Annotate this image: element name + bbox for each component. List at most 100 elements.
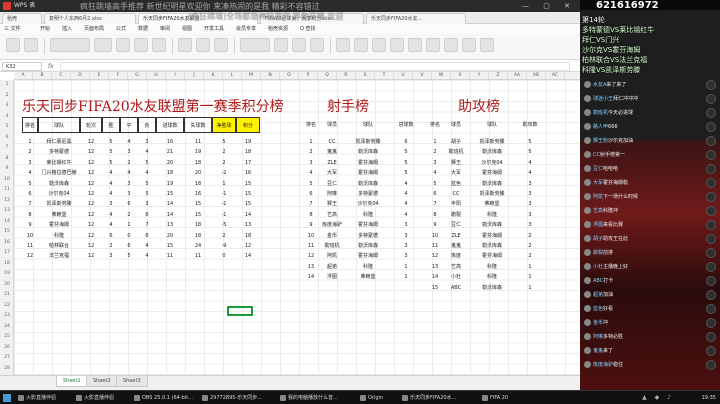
scorers-cell[interactable]: 9 xyxy=(302,220,320,230)
scorers-cell[interactable]: 大军 xyxy=(320,168,344,178)
assists-cell[interactable]: ABC xyxy=(444,283,468,293)
assists-cell[interactable]: 3 xyxy=(516,199,544,209)
standings-cell[interactable]: 12 xyxy=(80,168,102,178)
scorers-cell[interactable]: 1 xyxy=(392,272,420,282)
chat-username[interactable]: 浮图 xyxy=(593,222,603,228)
chat-username[interactable]: 水友A xyxy=(593,82,606,88)
standings-cell[interactable]: 4 xyxy=(102,168,120,178)
standings-cell[interactable]: 7 xyxy=(22,199,38,209)
menu-page-layout[interactable]: 页面布局 xyxy=(84,25,104,34)
assists-cell[interactable]: 凯泽斯劳滕 xyxy=(468,189,516,199)
column-header[interactable]: A xyxy=(14,72,33,80)
column-header[interactable]: F xyxy=(109,72,128,80)
standings-cell[interactable]: 门兴格拉德巴赫 xyxy=(38,168,80,178)
number-format-select[interactable] xyxy=(240,38,270,52)
column-header[interactable]: AA xyxy=(508,72,527,80)
chat-message[interactable]: 阿凯下一场什么时候 xyxy=(584,192,716,203)
standings-cell[interactable]: 13 xyxy=(156,220,184,230)
standings-cell[interactable]: 18 xyxy=(236,147,260,157)
standings-cell[interactable]: 2 xyxy=(102,241,120,251)
standings-cell[interactable]: 9 xyxy=(22,220,38,230)
assists-cell[interactable]: 小杜 xyxy=(444,272,468,282)
column-header[interactable]: I xyxy=(166,72,185,80)
assists-cell[interactable]: 霍芬海姆 xyxy=(468,231,516,241)
scorers-cell[interactable]: 多特蒙德 xyxy=(344,189,392,199)
scorers-cell[interactable]: 3 xyxy=(302,158,320,168)
scorers-cell[interactable]: 5 xyxy=(392,158,420,168)
standings-cell[interactable]: 1 xyxy=(22,137,38,147)
row-header[interactable]: 8 xyxy=(0,154,14,165)
chat-message[interactable]: 超弟加油 xyxy=(584,290,716,301)
doc-tab[interactable]: 稻壳 xyxy=(2,13,42,24)
column-header[interactable]: AB xyxy=(527,72,546,80)
scorers-cell[interactable]: CC xyxy=(320,137,344,147)
avatar[interactable] xyxy=(584,207,591,214)
standings-cell[interactable]: 5 xyxy=(102,147,120,157)
sum-icon[interactable] xyxy=(336,38,350,52)
assists-cell[interactable]: 6 xyxy=(426,189,444,199)
standings-cell[interactable]: 4 xyxy=(138,147,156,157)
standings-cell[interactable]: 2 xyxy=(22,147,38,157)
chat-username[interactable]: 炼度海驴 xyxy=(593,362,613,368)
merge-cells-icon[interactable] xyxy=(214,38,228,52)
column-header[interactable]: N xyxy=(261,72,280,80)
standings-cell[interactable]: -2 xyxy=(212,168,236,178)
standings-cell[interactable]: 2 xyxy=(212,231,236,241)
scorers-cell[interactable]: 13 xyxy=(302,262,320,272)
row-header[interactable]: 27 xyxy=(0,353,14,364)
standings-cell[interactable]: 6 xyxy=(138,231,156,241)
menu-data[interactable]: 数据 xyxy=(138,25,148,34)
assists-cell[interactable]: 勒沃库森 xyxy=(468,220,516,230)
assists-cell[interactable]: 胡子 xyxy=(444,137,468,147)
standings-cell[interactable]: 20 xyxy=(156,158,184,168)
assists-cell[interactable]: 炼度 xyxy=(444,251,468,261)
scorers-cell[interactable]: 阿琳 xyxy=(320,189,344,199)
assists-cell[interactable]: 4 xyxy=(516,158,544,168)
avatar[interactable] xyxy=(584,193,591,200)
assists-cell[interactable]: 7 xyxy=(426,199,444,209)
standings-cell[interactable]: 18 xyxy=(184,179,212,189)
column-header[interactable]: T xyxy=(375,72,394,80)
avatar[interactable] xyxy=(584,249,591,256)
taskbar-item[interactable]: FIFA 20 xyxy=(480,392,526,404)
assists-cell[interactable]: 勒沃库森 xyxy=(468,241,516,251)
row-header[interactable]: 7 xyxy=(0,143,14,154)
chat-username[interactable]: 豆仁 xyxy=(593,166,603,172)
chat-username[interactable]: 勒班机 xyxy=(593,110,608,116)
standings-cell[interactable]: 沙尔克04 xyxy=(38,189,80,199)
assists-cell[interactable]: 弗赖堡 xyxy=(468,199,516,209)
scorers-cell[interactable]: 勒沃库森 xyxy=(344,147,392,157)
chat-message[interactable]: 艺高科隆冲 xyxy=(584,206,716,217)
scorers-cell[interactable]: 科隆 xyxy=(344,262,392,272)
column-header[interactable]: Q xyxy=(318,72,337,80)
standings-cell[interactable]: 14 xyxy=(236,251,260,261)
assists-cell[interactable]: 4 xyxy=(516,168,544,178)
column-header[interactable]: U xyxy=(394,72,413,80)
scorers-cell[interactable]: 4 xyxy=(302,168,320,178)
menu-home[interactable]: 开始 xyxy=(40,25,50,34)
standings-cell[interactable]: 3 xyxy=(120,147,138,157)
scorers-cell[interactable]: 3 xyxy=(392,231,420,241)
avatar[interactable] xyxy=(584,95,591,102)
menu-developer[interactable]: 开发工具 xyxy=(204,25,224,34)
assists-cell[interactable]: CC xyxy=(444,189,468,199)
chat-username[interactable]: 球迷小王 xyxy=(593,96,613,102)
standings-cell[interactable]: 17 xyxy=(236,158,260,168)
standings-cell[interactable]: 13 xyxy=(236,220,260,230)
assists-cell[interactable]: 凯泽斯劳滕 xyxy=(468,137,516,147)
freeze-panes-icon[interactable] xyxy=(462,38,476,52)
column-header[interactable]: L xyxy=(223,72,242,80)
assists-cell[interactable]: 科隆 xyxy=(468,262,516,272)
scorers-cell[interactable]: 14 xyxy=(302,272,320,282)
row-header[interactable]: 25 xyxy=(0,332,14,343)
avatar[interactable] xyxy=(584,179,591,186)
scorers-cell[interactable]: 3 xyxy=(392,251,420,261)
chat-username[interactable]: 鬼鬼 xyxy=(593,348,603,354)
scorers-cell[interactable]: 鬼鬼 xyxy=(320,147,344,157)
standings-cell[interactable]: 12 xyxy=(80,179,102,189)
avatar[interactable] xyxy=(584,235,591,242)
standings-cell[interactable]: 5 xyxy=(138,179,156,189)
scorers-cell[interactable]: 4 xyxy=(392,179,420,189)
standings-cell[interactable]: 16 xyxy=(184,189,212,199)
standings-cell[interactable]: 5 xyxy=(138,158,156,168)
